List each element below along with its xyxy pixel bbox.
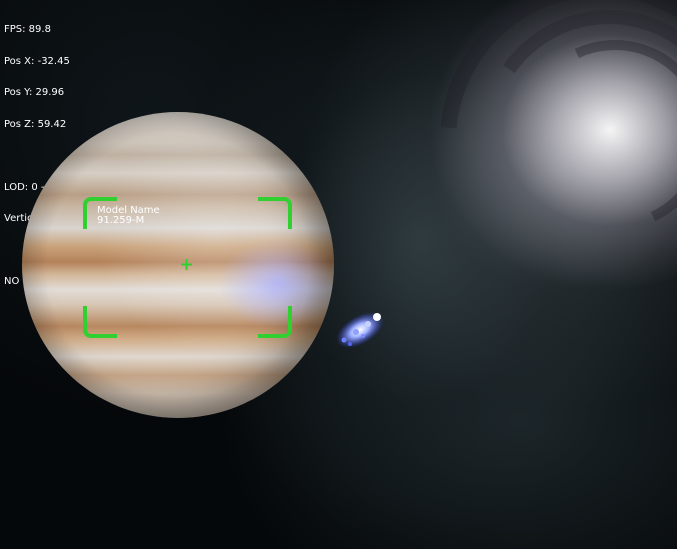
- fps-readout: FPS: 89.8: [4, 24, 51, 35]
- nebula-swirl: [374, 0, 677, 368]
- pos-x-readout: Pos X: -32.45: [4, 55, 70, 67]
- pos-y-readout: Pos Y: 29.96: [4, 87, 65, 98]
- pos-z-readout: Pos Z: 59.42: [4, 118, 67, 130]
- spaceship-icon[interactable]: [330, 308, 390, 356]
- target-bracket-icon: [258, 306, 292, 338]
- crosshair-icon: [181, 259, 192, 270]
- target-label: Model Name 91.259-M: [97, 206, 160, 226]
- target-bracket-icon: [83, 306, 117, 338]
- gas-giant-planet[interactable]: [22, 112, 334, 418]
- game-viewport[interactable]: FPS: 89.8 Pos X: -32.45 Pos Y: 29.96 Pos…: [0, 0, 677, 549]
- target-distance: 91.259-M: [97, 215, 145, 226]
- target-bracket-icon: [258, 197, 292, 229]
